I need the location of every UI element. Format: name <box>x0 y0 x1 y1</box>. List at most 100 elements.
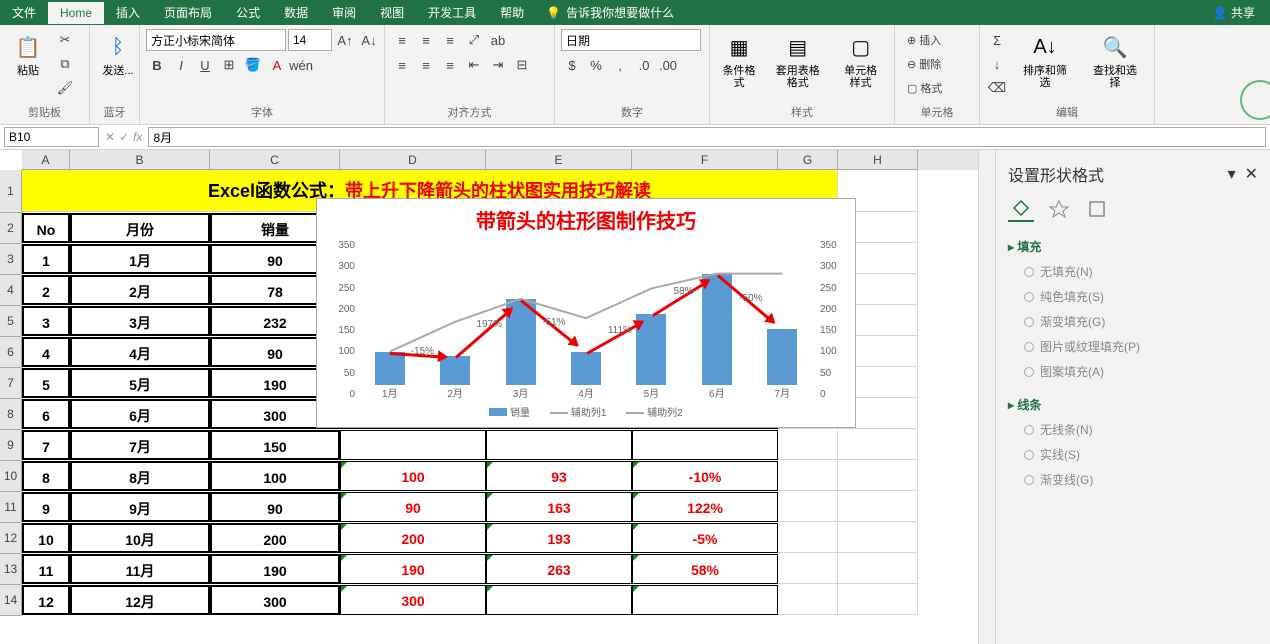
fx-icon[interactable]: fx <box>133 130 142 144</box>
bold-button[interactable]: B <box>146 54 168 76</box>
row-header[interactable]: 11 <box>0 492 22 523</box>
underline-button[interactable]: U <box>194 54 216 76</box>
increase-font-icon[interactable]: A↑ <box>334 29 356 51</box>
indent-right-icon[interactable]: ⇥ <box>487 54 509 76</box>
column-header[interactable]: A <box>22 150 70 170</box>
sort-filter-button[interactable]: A↓排序和筛选 <box>1012 29 1078 91</box>
row-header[interactable]: 3 <box>0 244 22 275</box>
menu-tab-插入[interactable]: 插入 <box>104 0 152 25</box>
worksheet[interactable]: ABCDEFGH 1Excel函数公式：带上升下降箭头的柱状图实用技巧解读2No… <box>0 150 978 644</box>
column-header[interactable]: E <box>486 150 632 170</box>
panel-section-head[interactable]: ▸ 填充 <box>1008 234 1258 259</box>
column-header[interactable]: F <box>632 150 778 170</box>
table-format-button[interactable]: ▤套用表格格式 <box>766 29 829 91</box>
row-header[interactable]: 8 <box>0 399 22 430</box>
panel-close-icon[interactable]: ✕ <box>1245 166 1258 183</box>
panel-radio-option[interactable]: 无线条(N) <box>1008 417 1258 442</box>
panel-radio-option[interactable]: 纯色填充(S) <box>1008 284 1258 309</box>
align-top-icon[interactable]: ≡ <box>391 29 413 51</box>
align-middle-icon[interactable]: ≡ <box>415 29 437 51</box>
orientation-icon[interactable]: ⤢ <box>463 29 485 51</box>
row-header[interactable]: 10 <box>0 461 22 492</box>
menu-tab-帮助[interactable]: 帮助 <box>488 0 536 25</box>
italic-button[interactable]: I <box>170 54 192 76</box>
panel-radio-option[interactable]: 图片或纹理填充(P) <box>1008 334 1258 359</box>
formula-input[interactable]: 8月 <box>148 127 1266 147</box>
panel-radio-option[interactable]: 实线(S) <box>1008 442 1258 467</box>
panel-radio-option[interactable]: 渐变线(G) <box>1008 467 1258 492</box>
currency-icon[interactable]: $ <box>561 54 583 76</box>
paste-button[interactable]: 📋粘贴 <box>6 29 50 79</box>
font-name-dropdown[interactable]: 方正小标宋简体 <box>146 29 286 51</box>
column-header[interactable]: D <box>340 150 486 170</box>
row-header[interactable]: 14 <box>0 585 22 616</box>
autosum-icon[interactable]: Σ <box>986 29 1008 51</box>
comma-icon[interactable]: , <box>609 54 631 76</box>
fill-color-button[interactable]: 🪣 <box>242 54 264 76</box>
tell-me-input[interactable]: 告诉我你想要做什么 <box>566 4 674 21</box>
menu-tab-Home[interactable]: Home <box>48 2 104 24</box>
name-box[interactable]: B10 <box>4 127 99 147</box>
bluetooth-button[interactable]: ᛒ发送... <box>96 29 140 79</box>
row-header[interactable]: 4 <box>0 275 22 306</box>
format-painter-icon[interactable]: 🖌 <box>54 77 76 99</box>
menu-tab-视图[interactable]: 视图 <box>368 0 416 25</box>
column-header[interactable]: B <box>70 150 210 170</box>
number-format-dropdown[interactable]: 日期 <box>561 29 701 51</box>
menu-tab-文件[interactable]: 文件 <box>0 0 48 25</box>
align-left-icon[interactable]: ≡ <box>391 54 413 76</box>
share-button[interactable]: 👤 共享 <box>1213 4 1270 21</box>
increase-decimal-icon[interactable]: .0 <box>633 54 655 76</box>
panel-section-head[interactable]: ▸ 线条 <box>1008 392 1258 417</box>
fill-line-tab-icon[interactable] <box>1008 196 1034 222</box>
border-button[interactable]: ⊞ <box>218 54 240 76</box>
align-bottom-icon[interactable]: ≡ <box>439 29 461 51</box>
menu-tab-页面布局[interactable]: 页面布局 <box>152 0 224 25</box>
effects-tab-icon[interactable] <box>1046 196 1072 222</box>
cell-style-button[interactable]: ▢单元格样式 <box>833 29 888 91</box>
row-header[interactable]: 1 <box>0 170 22 213</box>
panel-menu-icon[interactable]: ▾ <box>1228 166 1236 183</box>
phonetic-button[interactable]: wén <box>290 54 312 76</box>
panel-radio-option[interactable]: 图案填充(A) <box>1008 359 1258 384</box>
decrease-font-icon[interactable]: A↓ <box>358 29 380 51</box>
align-right-icon[interactable]: ≡ <box>439 54 461 76</box>
column-header[interactable]: G <box>778 150 838 170</box>
align-center-icon[interactable]: ≡ <box>415 54 437 76</box>
embedded-chart[interactable]: 带箭头的柱形图制作技巧 350300250200150100500 350300… <box>316 198 856 428</box>
copy-icon[interactable]: ⧉ <box>54 53 76 75</box>
column-header[interactable]: C <box>210 150 340 170</box>
font-size-dropdown[interactable]: 14 <box>288 29 332 51</box>
row-header[interactable]: 7 <box>0 368 22 399</box>
panel-radio-option[interactable]: 无填充(N) <box>1008 259 1258 284</box>
menu-tab-数据[interactable]: 数据 <box>272 0 320 25</box>
enter-formula-icon[interactable]: ✓ <box>119 130 129 144</box>
row-header[interactable]: 2 <box>0 213 22 244</box>
fill-icon[interactable]: ↓ <box>986 53 1008 75</box>
row-header[interactable]: 13 <box>0 554 22 585</box>
column-header[interactable]: H <box>838 150 918 170</box>
row-header[interactable]: 12 <box>0 523 22 554</box>
row-header[interactable]: 5 <box>0 306 22 337</box>
insert-cells-button[interactable]: ⊕ 插入 <box>901 29 948 51</box>
indent-left-icon[interactable]: ⇤ <box>463 54 485 76</box>
size-tab-icon[interactable] <box>1084 196 1110 222</box>
delete-cells-button[interactable]: ⊖ 删除 <box>901 53 948 75</box>
format-cells-button[interactable]: ▢ 格式 <box>901 77 948 99</box>
menu-tab-开发工具[interactable]: 开发工具 <box>416 0 488 25</box>
cut-icon[interactable]: ✂ <box>54 29 76 51</box>
find-select-button[interactable]: 🔍查找和选择 <box>1082 29 1148 91</box>
row-header[interactable]: 6 <box>0 337 22 368</box>
menu-tab-审阅[interactable]: 审阅 <box>320 0 368 25</box>
menu-tab-公式[interactable]: 公式 <box>224 0 272 25</box>
merge-button[interactable]: ⊟ <box>511 54 533 76</box>
row-header[interactable]: 9 <box>0 430 22 461</box>
decrease-decimal-icon[interactable]: .00 <box>657 54 679 76</box>
vertical-scrollbar[interactable] <box>978 150 995 644</box>
clear-icon[interactable]: ⌫ <box>986 77 1008 99</box>
panel-radio-option[interactable]: 渐变填充(G) <box>1008 309 1258 334</box>
font-color-button[interactable]: A <box>266 54 288 76</box>
percent-icon[interactable]: % <box>585 54 607 76</box>
wrap-text-button[interactable]: ab <box>487 29 509 51</box>
conditional-format-button[interactable]: ▦条件格式 <box>716 29 762 91</box>
